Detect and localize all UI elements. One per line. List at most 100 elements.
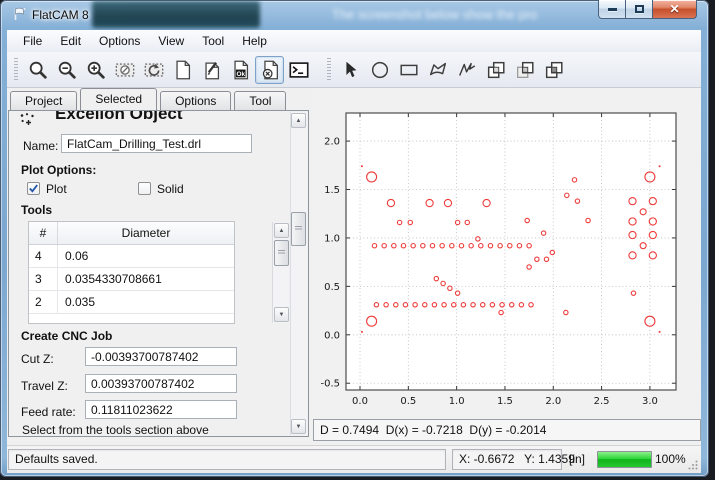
- replot-icon: [143, 59, 165, 81]
- panel-title: Excellon Object: [55, 111, 255, 124]
- col-header-diameter[interactable]: Diameter: [58, 222, 234, 244]
- client-area: File Edit Options View Tool Help: [7, 30, 701, 473]
- union-icon: [485, 59, 507, 81]
- tab-project[interactable]: Project: [10, 91, 77, 110]
- tool-num[interactable]: 2: [29, 291, 58, 313]
- clear-plot-icon: [114, 59, 136, 81]
- zoom-fit-button[interactable]: [23, 56, 52, 84]
- scroll-down-icon[interactable]: ▼: [291, 419, 306, 434]
- zoom-out-icon: [56, 59, 78, 81]
- menu-view[interactable]: View: [149, 31, 193, 51]
- zoom-fit-icon: [27, 59, 49, 81]
- run-script-ok-button[interactable]: Ok: [226, 56, 255, 84]
- menu-tool[interactable]: Tool: [193, 31, 233, 51]
- app-logo-flag-icon: [11, 6, 28, 23]
- draw-polygon-button[interactable]: [423, 56, 452, 84]
- feedrate-label: Feed rate:: [21, 405, 76, 419]
- ok-file-icon: Ok: [230, 59, 252, 81]
- table-scroll-thumb[interactable]: [274, 240, 289, 266]
- new-project-button[interactable]: [168, 56, 197, 84]
- check-icon: [28, 183, 39, 194]
- geo-subtract-button[interactable]: [539, 56, 568, 84]
- tool-diameter[interactable]: 0.035: [58, 291, 234, 313]
- progress-fill: [598, 452, 651, 467]
- panel-scroll-thumb[interactable]: [291, 212, 306, 246]
- tool-diameter[interactable]: 0.0354330708661: [58, 268, 234, 290]
- draw-circle-button[interactable]: [365, 56, 394, 84]
- table-scrollbar[interactable]: ▲ ▼: [272, 222, 289, 323]
- statusbar: Defaults saved. X: -0.6672 Y: 1.4359 [in…: [7, 445, 701, 473]
- zoom-in-button[interactable]: [81, 56, 110, 84]
- zoom-out-button[interactable]: [52, 56, 81, 84]
- scroll-up-icon[interactable]: ▲: [291, 113, 306, 128]
- tab-selected[interactable]: Selected: [80, 88, 157, 110]
- menu-help[interactable]: Help: [233, 31, 276, 51]
- svg-text:-0.5: -0.5: [320, 379, 340, 390]
- draw-rectangle-button[interactable]: [394, 56, 423, 84]
- plot-canvas[interactable]: 0.00.51.01.52.02.53.0-0.50.00.51.01.52.0: [313, 88, 701, 415]
- svg-text:1.0: 1.0: [449, 396, 465, 407]
- tool-num[interactable]: 4: [29, 245, 58, 267]
- menu-file[interactable]: File: [14, 31, 51, 51]
- scroll-up-icon[interactable]: ▲: [274, 223, 289, 238]
- feedrate-input[interactable]: [85, 400, 237, 419]
- tab-tool[interactable]: Tool: [234, 91, 286, 110]
- panel-title-clip: Excellon Object: [55, 111, 255, 126]
- svg-text:2.0: 2.0: [324, 137, 340, 148]
- minimize-button[interactable]: [598, 0, 626, 19]
- travelz-input[interactable]: [85, 374, 237, 393]
- clear-plot-button[interactable]: [110, 56, 139, 84]
- scroll-down-icon[interactable]: ▼: [274, 307, 289, 322]
- open-project-button[interactable]: [197, 56, 226, 84]
- name-input[interactable]: [61, 134, 252, 153]
- menu-options[interactable]: Options: [90, 31, 149, 51]
- svg-text:2.0: 2.0: [545, 396, 561, 407]
- svg-text:Ok: Ok: [236, 70, 245, 77]
- solid-checkbox-label[interactable]: Solid: [157, 182, 184, 196]
- geo-union-button[interactable]: [481, 56, 510, 84]
- svg-text:0.0: 0.0: [324, 330, 340, 341]
- table-row[interactable]: 2 0.035: [29, 291, 234, 314]
- svg-text:1.5: 1.5: [324, 185, 340, 196]
- maximize-button[interactable]: [626, 0, 653, 19]
- shell-button[interactable]: [284, 56, 313, 84]
- plot-options-label: Plot Options:: [21, 163, 96, 177]
- close-icon: ✕: [669, 3, 679, 15]
- polyline-tool-icon: [456, 59, 478, 81]
- cutz-label: Cut Z:: [21, 352, 54, 366]
- file-pencil-icon: [201, 59, 223, 81]
- panel-scrollbar[interactable]: ▲ ▼: [290, 112, 307, 435]
- plot-checkbox[interactable]: [27, 182, 40, 195]
- menubar: File Edit Options View Tool Help: [7, 30, 701, 52]
- table-row[interactable]: 4 0.06: [29, 245, 234, 268]
- select-tool-button[interactable]: [336, 56, 365, 84]
- zoom-in-icon: [85, 59, 107, 81]
- plot-pane: 0.00.51.01.52.02.53.0-0.50.00.51.01.52.0: [313, 88, 701, 415]
- excellon-object-icon: [19, 112, 36, 128]
- cnc-section-title: Create CNC Job: [21, 329, 112, 343]
- titlebar[interactable]: The screenshot below show the pro FlatCA…: [0, 0, 709, 30]
- toolbar: Ok: [7, 52, 701, 88]
- cursor-arrow-icon: [340, 59, 362, 81]
- close-button[interactable]: ✕: [653, 0, 697, 19]
- resize-grip-icon[interactable]: [688, 460, 698, 470]
- tool-num[interactable]: 3: [29, 268, 58, 290]
- tab-options[interactable]: Options: [160, 91, 231, 110]
- solid-checkbox[interactable]: [138, 182, 151, 195]
- draw-path-button[interactable]: [452, 56, 481, 84]
- tool-diameter[interactable]: 0.06: [58, 245, 234, 267]
- tools-hint-text: Select from the tools section above: [22, 423, 209, 437]
- table-row[interactable]: 3 0.0354330708661: [29, 268, 234, 291]
- menu-edit[interactable]: Edit: [51, 31, 90, 51]
- geo-intersection-button[interactable]: [510, 56, 539, 84]
- toolbar-drag-handle[interactable]: [14, 58, 18, 82]
- replot-button[interactable]: [139, 56, 168, 84]
- cutz-input[interactable]: [85, 347, 237, 366]
- background-window-bleed: [92, 1, 260, 28]
- col-header-num[interactable]: #: [29, 222, 58, 244]
- toolbar-drag-handle-2[interactable]: [327, 58, 331, 82]
- delete-object-button[interactable]: [255, 56, 284, 84]
- svg-text:3.0: 3.0: [642, 396, 658, 407]
- intersection-icon: [514, 59, 536, 81]
- plot-checkbox-label[interactable]: Plot: [46, 182, 67, 196]
